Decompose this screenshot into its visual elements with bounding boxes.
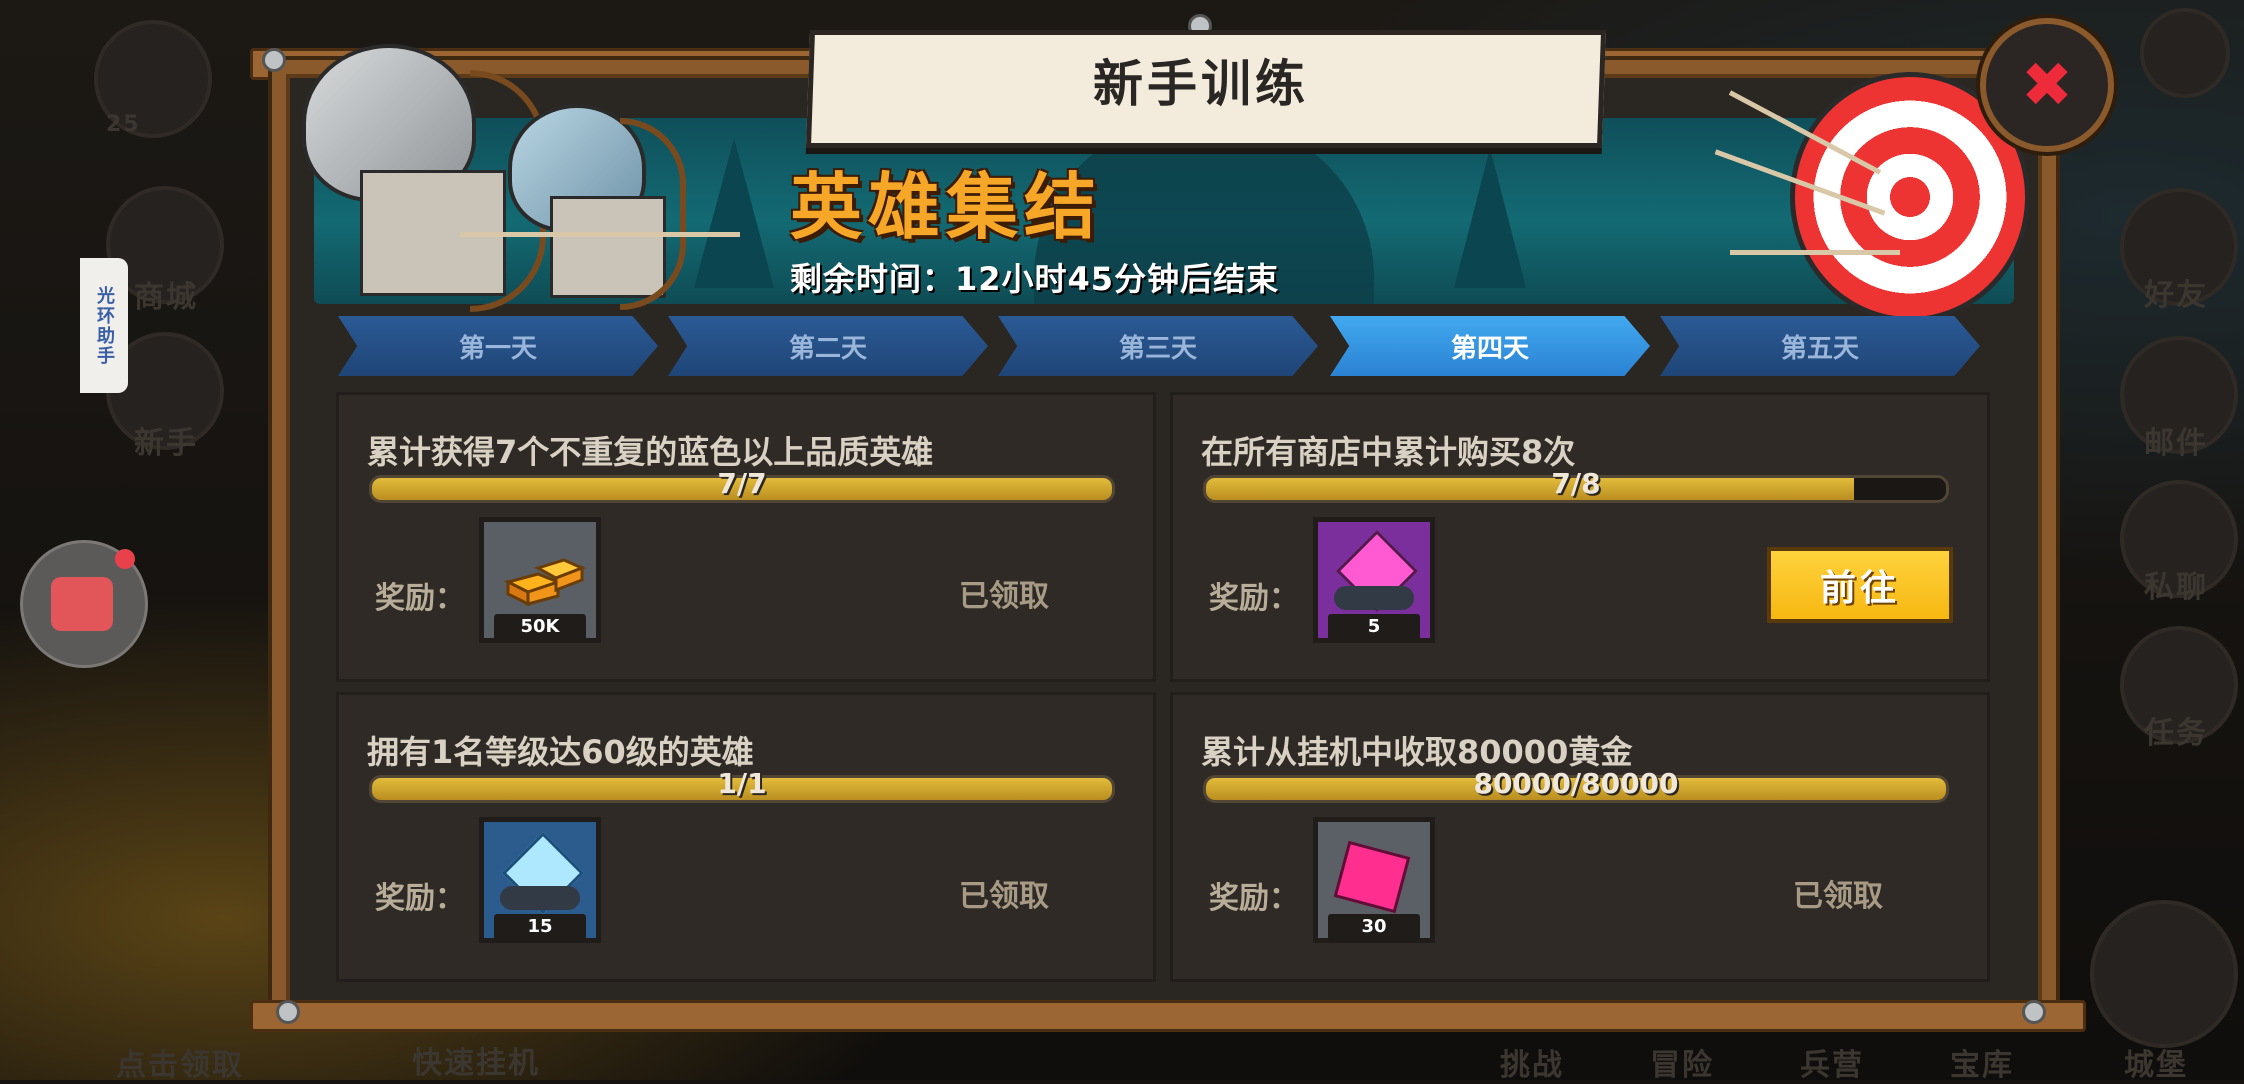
reward-item[interactable]: 30 <box>1313 817 1435 943</box>
menu-newbie-label: 新手 <box>134 426 198 461</box>
task-progress-text: 7/7 <box>717 467 767 500</box>
go-button[interactable]: 前往 <box>1767 547 1953 623</box>
tab-day-4[interactable]: 第四天 <box>1330 316 1650 376</box>
rock-base <box>500 886 580 910</box>
close-icon: ✖ <box>2021 48 2073 121</box>
menu-chat-label: 私聊 <box>2144 570 2208 605</box>
menu-friends-label: 好友 <box>2144 278 2208 313</box>
menu-adventure-label: 冒险 <box>1650 1048 1714 1083</box>
event-timer: 剩余时间：12小时45分钟后结束 <box>790 260 1280 298</box>
dialog-title: 新手训练 <box>1093 55 1309 113</box>
task-status-claimed: 已领取 <box>1793 879 1883 914</box>
tab-day-3[interactable]: 第三天 <box>998 316 1318 376</box>
reward-label: 奖励： <box>375 881 465 916</box>
menu-barracks-label: 兵营 <box>1800 1048 1864 1083</box>
reward-item[interactable]: 5 <box>1313 517 1435 643</box>
tab-day-5[interactable]: 第五天 <box>1660 316 1980 376</box>
tree-decoration <box>694 138 774 288</box>
menu-quest-label: 任务 <box>2144 716 2208 751</box>
menu-claim-label: 点击领取 <box>116 1048 244 1083</box>
arrow-icon <box>1730 250 1900 255</box>
task-progress-text: 1/1 <box>717 767 767 800</box>
tab-day-1[interactable]: 第一天 <box>338 316 658 376</box>
reward-label: 奖励： <box>375 581 465 616</box>
reward-item[interactable]: 15 <box>479 817 601 943</box>
pink-gem-icon <box>1333 840 1411 914</box>
day-tabs: 第一天 第二天 第三天 第四天 第五天 <box>338 316 1988 378</box>
task-card: 在所有商店中累计购买8次 7/8 奖励： 5 前往 <box>1170 392 1990 682</box>
floating-assistant-button[interactable] <box>20 540 148 668</box>
rock-base <box>1334 586 1414 610</box>
task-card: 拥有1名等级达60级的英雄 1/1 奖励： 15 已领取 <box>336 692 1156 982</box>
menu-quick-idle-label: 快速挂机 <box>412 1046 540 1081</box>
menu-castle-label: 城堡 <box>2124 1048 2188 1083</box>
nail-icon <box>2022 1000 2046 1024</box>
menu-mail-label: 邮件 <box>2144 426 2208 461</box>
menu-challenge-label: 挑战 <box>1500 1048 1564 1083</box>
reward-amount: 50K <box>494 614 586 640</box>
task-card: 累计获得7个不重复的蓝色以上品质英雄 7/7 奖励： 50K 已领取 <box>336 392 1156 682</box>
tree-decoration <box>1454 148 1526 288</box>
task-progress-text: 7/8 <box>1551 467 1601 500</box>
reward-amount: 15 <box>494 914 586 940</box>
task-card: 累计从挂机中收取80000黄金 80000/80000 奖励： 30 已领取 <box>1170 692 1990 982</box>
reward-label: 奖励： <box>1209 581 1299 616</box>
close-button[interactable]: ✖ <box>1980 18 2114 152</box>
gold-bars-icon <box>503 558 586 606</box>
menu-shop-label: 商城 <box>134 280 198 315</box>
nail-icon <box>276 1000 300 1024</box>
assistant-icon <box>51 577 113 631</box>
menu-treasury-label: 宝库 <box>1950 1048 2014 1083</box>
level-badge: 25 <box>106 112 141 137</box>
reward-amount: 5 <box>1328 614 1420 640</box>
side-helper-tab[interactable]: 光环助手 <box>80 258 128 393</box>
reward-item[interactable]: 50K <box>479 517 601 643</box>
event-name: 英雄集结 <box>790 165 1103 249</box>
task-progress-text: 80000/80000 <box>1473 767 1679 800</box>
task-status-claimed: 已领取 <box>959 579 1049 614</box>
tab-day-2[interactable]: 第二天 <box>668 316 988 376</box>
frame-bottom-rail <box>250 1000 2086 1032</box>
castle-icon[interactable] <box>2090 900 2238 1048</box>
nail-icon <box>262 48 286 72</box>
notification-dot <box>115 549 135 569</box>
reward-amount: 30 <box>1328 914 1420 940</box>
add-icon[interactable] <box>2140 8 2230 98</box>
reward-label: 奖励： <box>1209 881 1299 916</box>
task-status-claimed: 已领取 <box>959 879 1049 914</box>
